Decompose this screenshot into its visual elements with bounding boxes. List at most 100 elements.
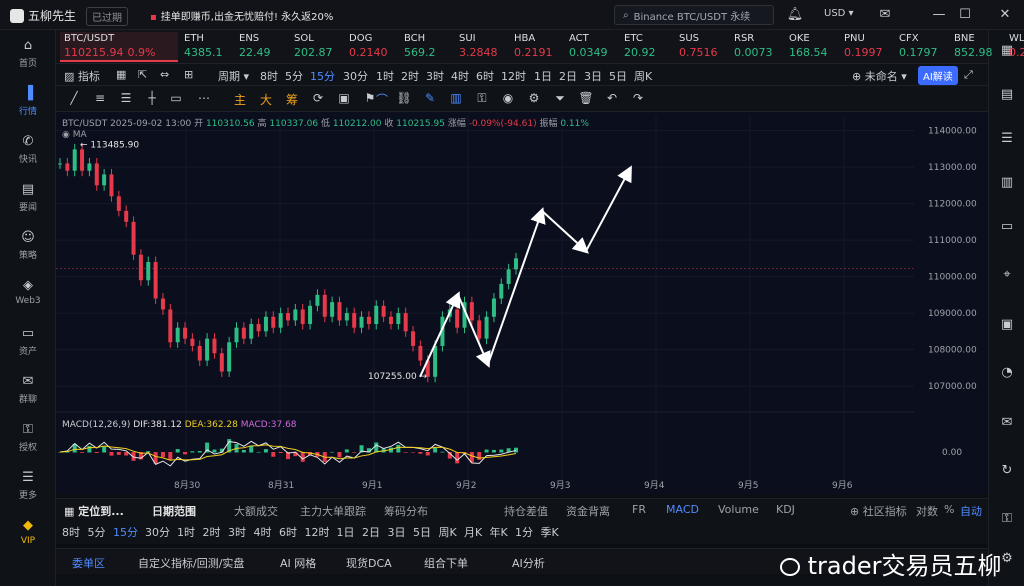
nav-item-5[interactable]: ◈ Web3 (0, 278, 56, 306)
indicator-tab-5[interactable]: FR (632, 503, 646, 516)
percent-toggle[interactable]: % (944, 503, 954, 516)
timeframe-tab-18[interactable]: 季K (541, 524, 559, 540)
hline-icon[interactable]: ≡ (92, 91, 108, 105)
timeframe-tab-9[interactable]: 12时 (305, 524, 330, 540)
nav-item-9[interactable]: ☰ 更多 (0, 470, 56, 501)
layout-select[interactable]: ⊕ 未命名 ▾ (852, 68, 907, 84)
nav-item-0[interactable]: ⌂ 首页 (0, 38, 56, 69)
ticker-8[interactable]: ACT 0.0349 (565, 32, 618, 62)
period-select[interactable]: 周期 ▾ (218, 68, 249, 84)
magnet-icon[interactable]: ⌒ (374, 91, 390, 108)
lock-icon[interactable]: ⚿ (474, 91, 490, 106)
timeframe-tab-0[interactable]: 8时 (62, 524, 80, 540)
indicator-tab-0[interactable]: 大额成交 (234, 503, 278, 519)
ticker-7[interactable]: HBA 0.2191 (510, 32, 563, 62)
chip-tool[interactable]: 筹 (284, 91, 300, 108)
timeframe-tab-13[interactable]: 5日 (413, 524, 431, 540)
nav-item-8[interactable]: ⚿ 授权 (0, 422, 56, 453)
nav-item-4[interactable]: ☺ 策略 (0, 230, 56, 261)
timeframe-4[interactable]: 1时 (376, 68, 394, 84)
ticker-10[interactable]: SUS 0.7516 (675, 32, 728, 62)
share-icon[interactable]: ⤢ (964, 68, 973, 82)
ticker-16[interactable]: WLI 0.2372 (1005, 32, 1024, 62)
indicator-tab-6[interactable]: MACD (666, 503, 699, 516)
timeframe-8[interactable]: 6时 (476, 68, 494, 84)
timeframe-3[interactable]: 30分 (343, 68, 368, 84)
pen-icon[interactable]: ✎ (422, 91, 438, 105)
timeframe-13[interactable]: 5日 (609, 68, 627, 84)
big-order-tool[interactable]: 大 (258, 91, 274, 108)
pin-icon[interactable]: ⌖ (998, 266, 1016, 284)
cycle-icon[interactable]: ⟳ (310, 91, 326, 105)
indicator-tab-1[interactable]: 主力大单跟踪 (300, 503, 366, 519)
date-range-button[interactable]: 日期范围 (152, 503, 196, 519)
bottom-tab-0[interactable]: 委单区 (72, 555, 105, 571)
nav-item-2[interactable]: ✆ 快讯 (0, 134, 56, 165)
chart-canvas[interactable]: 107000.00 108000.00 109000.00 110000.00 1110… (56, 112, 988, 494)
log-scale-toggle[interactable]: 对数 (916, 503, 938, 519)
eye-icon[interactable]: ◉ (500, 91, 516, 105)
nav-item-7[interactable]: ✉ 群聊 (0, 374, 56, 405)
image-icon[interactable]: ▣ (336, 91, 352, 105)
bottom-tab-2[interactable]: AI 网格 (280, 555, 316, 571)
bell-icon[interactable]: 🔔︎ (786, 6, 804, 24)
timeframe-tab-8[interactable]: 6时 (279, 524, 297, 540)
note-icon[interactable]: ▭ (998, 218, 1016, 236)
delete-icon[interactable]: 🗑︎ (578, 91, 594, 105)
refresh-icon[interactable]: ↻ (998, 462, 1016, 480)
timeframe-tab-5[interactable]: 2时 (203, 524, 221, 540)
channel-icon[interactable]: ☰ (118, 91, 134, 105)
message-icon[interactable]: ✉ (998, 414, 1016, 432)
bottom-tab-3[interactable]: 现货DCA (346, 555, 392, 571)
bottom-tab-1[interactable]: 自定义指标/回测/实盘 (138, 555, 244, 571)
nav-item-10[interactable]: ◆ VIP (0, 518, 56, 546)
zoom-icon[interactable]: ⇔ (160, 68, 169, 81)
timeframe-tab-7[interactable]: 4时 (254, 524, 272, 540)
list-icon[interactable]: ☰ (998, 130, 1016, 148)
filter-icon[interactable]: ⏷ (552, 91, 568, 106)
ai-interpret-button[interactable]: AI解读 (918, 66, 958, 85)
announcement-banner[interactable]: ▪ 挂单即赚币,出金无忧赔付! 永久返20% (150, 8, 333, 23)
bottom-tab-4[interactable]: 组合下单 (424, 555, 468, 571)
timeframe-6[interactable]: 3时 (426, 68, 444, 84)
timeframe-tab-15[interactable]: 月K (464, 524, 482, 540)
timeframe-14[interactable]: 周K (634, 68, 652, 84)
timeframe-5[interactable]: 2时 (401, 68, 419, 84)
ticker-6[interactable]: SUI 3.2848 (455, 32, 508, 62)
ticker-0[interactable]: BTC/USDT 110215.94 0.9% (60, 32, 178, 62)
ticker-9[interactable]: ETC 20.92 (620, 32, 673, 62)
price-chart[interactable]: 107000.00 108000.00 109000.00 110000.00 1110… (56, 112, 988, 494)
timeframe-tab-17[interactable]: 1分 (515, 524, 533, 540)
timeframe-1[interactable]: 5分 (285, 68, 303, 84)
timeframe-0[interactable]: 8时 (260, 68, 278, 84)
ticker-11[interactable]: RSR 0.0073 (730, 32, 783, 62)
search-input[interactable]: ⌕ Binance BTC/USDT 永续 (614, 5, 774, 25)
ticker-5[interactable]: BCH 569.2 (400, 32, 453, 62)
calendar-icon[interactable]: ▦ (116, 68, 126, 81)
nav-item-6[interactable]: ▭ 资产 (0, 326, 56, 357)
timeframe-tab-1[interactable]: 5分 (88, 524, 106, 540)
timeframe-9[interactable]: 12时 (501, 68, 526, 84)
link-icon[interactable]: ⛓ (396, 91, 412, 105)
timeframe-tab-2[interactable]: 15分 (113, 524, 138, 540)
trend-line-icon[interactable]: ╱ (66, 91, 82, 105)
timeframe-10[interactable]: 1日 (534, 68, 552, 84)
fit-icon[interactable]: ⇱ (138, 68, 147, 81)
ticker-3[interactable]: SOL 202.87 (290, 32, 343, 62)
nav-item-3[interactable]: ▤ 要闻 (0, 182, 56, 213)
timeframe-7[interactable]: 4时 (451, 68, 469, 84)
indicator-button[interactable]: ▨ 指标 (64, 68, 100, 84)
settings-icon[interactable]: ⚙ (526, 91, 542, 105)
ticker-2[interactable]: ENS 22.49 (235, 32, 288, 62)
indicator-tab-2[interactable]: 筹码分布 (384, 503, 428, 519)
close-icon[interactable]: ✕ (996, 6, 1014, 24)
nav-item-1[interactable]: ▐ 行情 (0, 86, 56, 117)
bars-icon[interactable]: ▥ (448, 91, 464, 105)
timeframe-tab-10[interactable]: 1日 (337, 524, 355, 540)
timeframe-tab-14[interactable]: 周K (439, 524, 457, 540)
timeframe-12[interactable]: 3日 (584, 68, 602, 84)
maximize-icon[interactable]: ☐ (956, 6, 974, 24)
minimize-icon[interactable]: — (930, 6, 948, 24)
ticker-12[interactable]: OKE 168.54 (785, 32, 838, 62)
timeframe-tab-6[interactable]: 3时 (228, 524, 246, 540)
